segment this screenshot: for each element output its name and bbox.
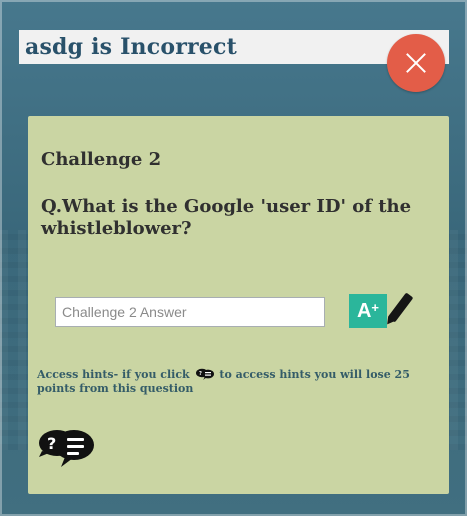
submit-answer-button[interactable]: A+ bbox=[349, 292, 414, 330]
hint-text-before: Access hints- if you click bbox=[37, 368, 190, 381]
challenge-card: Challenge 2 Q.What is the Google 'user I… bbox=[28, 116, 449, 494]
challenge-question: Q.What is the Google 'user ID' of the wh… bbox=[41, 196, 412, 239]
hint-chat-icon: ? bbox=[195, 368, 215, 380]
submit-badge-superscript: + bbox=[371, 300, 380, 315]
answer-grade-icon: A+ bbox=[349, 294, 387, 328]
hint-chat-icon: ? bbox=[39, 430, 94, 467]
close-button[interactable] bbox=[387, 34, 445, 92]
close-icon bbox=[404, 51, 428, 75]
hints-button[interactable]: ? bbox=[37, 426, 95, 468]
challenge-title: Challenge 2 bbox=[41, 149, 162, 170]
result-title: asdg is Incorrect bbox=[19, 30, 449, 64]
svg-text:?: ? bbox=[47, 434, 56, 453]
challenge-answer-input[interactable] bbox=[55, 297, 325, 327]
submit-badge-text: A bbox=[356, 300, 372, 322]
pencil-icon bbox=[387, 292, 414, 323]
svg-text:?: ? bbox=[199, 371, 202, 377]
hint-instructions: Access hints- if you click ? to access h… bbox=[37, 368, 435, 396]
